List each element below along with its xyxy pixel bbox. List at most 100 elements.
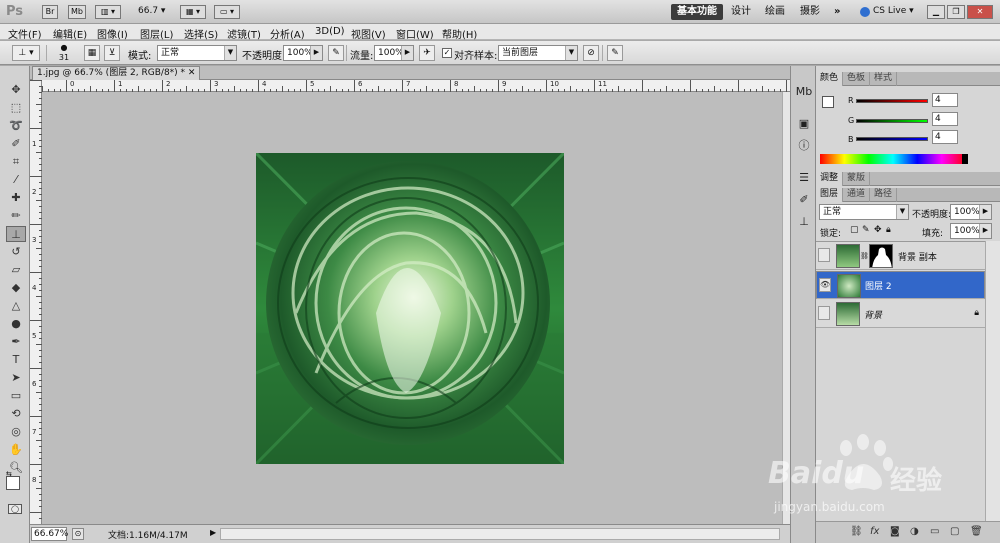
pressure-opacity-icon[interactable]: ✎ (328, 45, 344, 61)
menu-layer[interactable]: 图层(L) (140, 26, 173, 41)
zoom-level-dropdown[interactable]: 66.7 ▾ (138, 6, 165, 16)
path-select-tool-icon[interactable]: ➤ (6, 370, 26, 386)
color-panel-foreground-swatch[interactable] (822, 96, 834, 108)
r-slider[interactable] (856, 99, 928, 103)
status-info-icon[interactable]: ⊙ (72, 528, 84, 540)
tab-channels[interactable]: 通道 (843, 188, 871, 202)
bridge-button[interactable]: Br (42, 5, 58, 19)
minimize-button[interactable]: ▁ (927, 5, 945, 19)
tab-paths[interactable]: 路径 (870, 188, 898, 202)
tab-styles[interactable]: 样式 (870, 72, 898, 86)
flow-input[interactable]: 100% ▶ (374, 45, 414, 61)
sample-select[interactable]: 当前图层 ▼ (498, 45, 578, 61)
layer-row-background[interactable]: 背景 🔒︎ (816, 300, 985, 328)
aligned-checkbox[interactable]: ✓ (442, 48, 452, 58)
fx-icon[interactable]: fx (870, 526, 879, 537)
lock-position-icon[interactable]: ✥ (874, 225, 882, 235)
tool-preset-picker[interactable]: ⊥ ▾ (12, 45, 40, 61)
type-tool-icon[interactable]: T (6, 352, 26, 368)
restore-button[interactable]: ❐ (947, 5, 965, 19)
r-input[interactable]: 4 (932, 93, 958, 107)
document-image[interactable] (256, 153, 564, 464)
blend-mode-select[interactable]: 正常 ▼ (819, 204, 909, 220)
tab-swatches[interactable]: 色板 (843, 72, 871, 86)
brush-tool-icon[interactable]: ✏ (6, 208, 26, 224)
lasso-tool-icon[interactable]: ➰ (6, 118, 26, 134)
move-tool-icon[interactable]: ✥ (6, 82, 26, 98)
g-slider[interactable] (856, 119, 928, 123)
visibility-toggle[interactable] (818, 306, 830, 320)
hand-tool-icon[interactable]: ✋ (6, 442, 26, 458)
fill-input[interactable]: 100% ▶ (950, 223, 992, 239)
pen-tool-icon[interactable]: ✒ (6, 334, 26, 350)
brush-preset-picker[interactable]: ● 31 (54, 43, 74, 63)
history-brush-tool-icon[interactable]: ↺ (6, 244, 26, 260)
b-input[interactable]: 4 (932, 130, 958, 144)
healing-brush-tool-icon[interactable]: ✚ (6, 190, 26, 206)
workspace-essentials[interactable]: 基本功能 (671, 4, 723, 20)
spectrum-black-swatch[interactable] (962, 154, 968, 164)
g-input[interactable]: 4 (932, 112, 958, 126)
tab-adjustments[interactable]: 调整 (816, 172, 844, 186)
document-tab[interactable]: 1.jpg @ 66.7% (图层 2, RGB/8*) * ✕ (32, 66, 201, 80)
mini-bridge-button[interactable]: Mb (68, 5, 86, 19)
menu-file[interactable]: 文件(F) (8, 26, 42, 41)
menu-help[interactable]: 帮助(H) (442, 26, 477, 41)
tab-layers[interactable]: 图层 (816, 188, 844, 202)
clone-source-icon[interactable]: ⊥ (795, 214, 813, 230)
close-tab-icon[interactable]: ✕ (188, 68, 196, 78)
menu-select[interactable]: 选择(S) (184, 26, 218, 41)
shape-tool-icon[interactable]: ▭ (6, 388, 26, 404)
mini-bridge-panel-icon[interactable]: Mb (795, 84, 813, 100)
navigator-panel-icon[interactable]: ▣ (795, 116, 813, 132)
3d-rotate-tool-icon[interactable]: ⟲ (6, 406, 26, 422)
lock-transparency-icon[interactable]: ▢ (850, 225, 859, 235)
status-menu-arrow-icon[interactable]: ▶ (210, 528, 216, 537)
eraser-tool-icon[interactable]: ▱ (6, 262, 26, 278)
brush-panel-toggle-icon[interactable]: ▦ (84, 45, 100, 61)
lock-all-icon[interactable]: 🔒︎ (886, 225, 891, 235)
new-layer-icon[interactable]: ▢ (950, 526, 959, 537)
eye-icon[interactable]: 👁︎ (819, 278, 831, 292)
layer-row-background-copy[interactable]: ⛓ 背景 副本 (816, 242, 985, 270)
more-workspaces-button[interactable]: » (834, 4, 840, 20)
ignore-adjustment-layers-icon[interactable]: ⊘ (583, 45, 599, 61)
foreground-color-swatch[interactable] (6, 476, 20, 490)
eyedropper-tool-icon[interactable]: ⁄ (6, 172, 26, 188)
opacity-input[interactable]: 100% ▶ (283, 45, 323, 61)
clone-stamp-tool-icon[interactable]: ⊥ (6, 226, 26, 242)
b-slider[interactable] (856, 137, 928, 141)
brush-presets-icon[interactable]: ✐ (795, 192, 813, 208)
menu-window[interactable]: 窗口(W) (396, 26, 434, 41)
view-extras-button[interactable]: ▥ ▾ (95, 5, 121, 19)
info-panel-icon[interactable]: ⓘ (795, 138, 813, 154)
workspace-painting[interactable]: 绘画 (765, 4, 785, 20)
horizontal-scrollbar[interactable] (220, 528, 780, 540)
cslive-button[interactable]: CS Live ▾ (873, 6, 914, 16)
menu-analysis[interactable]: 分析(A) (270, 26, 305, 41)
close-button[interactable]: ✕ (967, 5, 993, 19)
tab-color[interactable]: 颜色 (816, 72, 844, 86)
mode-select[interactable]: 正常 ▼ (157, 45, 237, 61)
trash-icon[interactable]: 🗑︎ (970, 526, 983, 537)
quick-select-tool-icon[interactable]: ✐ (6, 136, 26, 152)
blur-tool-icon[interactable]: △ (6, 298, 26, 314)
paint-bucket-tool-icon[interactable]: ◆ (6, 280, 26, 296)
workspace-photography[interactable]: 摄影 (800, 4, 820, 20)
color-spectrum-bar[interactable] (820, 154, 966, 164)
3d-orbit-tool-icon[interactable]: ◎ (6, 424, 26, 440)
link-layers-icon[interactable]: ⛓ (850, 526, 863, 537)
menu-image[interactable]: 图像(I) (97, 26, 128, 41)
menu-edit[interactable]: 编辑(E) (53, 26, 87, 41)
new-group-icon[interactable]: ▭ (930, 526, 939, 537)
menu-filter[interactable]: 滤镜(T) (227, 26, 261, 41)
adjustments-icon[interactable]: ☰ (795, 170, 813, 186)
link-icon[interactable]: ⛓ (860, 252, 869, 260)
marquee-tool-icon[interactable]: ⬚ (6, 100, 26, 116)
quick-mask-icon[interactable]: ◯ (8, 504, 22, 514)
layer-mask-thumbnail[interactable] (869, 244, 893, 268)
menu-view[interactable]: 视图(V) (351, 26, 386, 41)
zoom-field[interactable]: 66.67% (31, 527, 68, 541)
crop-tool-icon[interactable]: ⌗ (6, 154, 26, 170)
dodge-tool-icon[interactable]: ● (6, 316, 26, 332)
